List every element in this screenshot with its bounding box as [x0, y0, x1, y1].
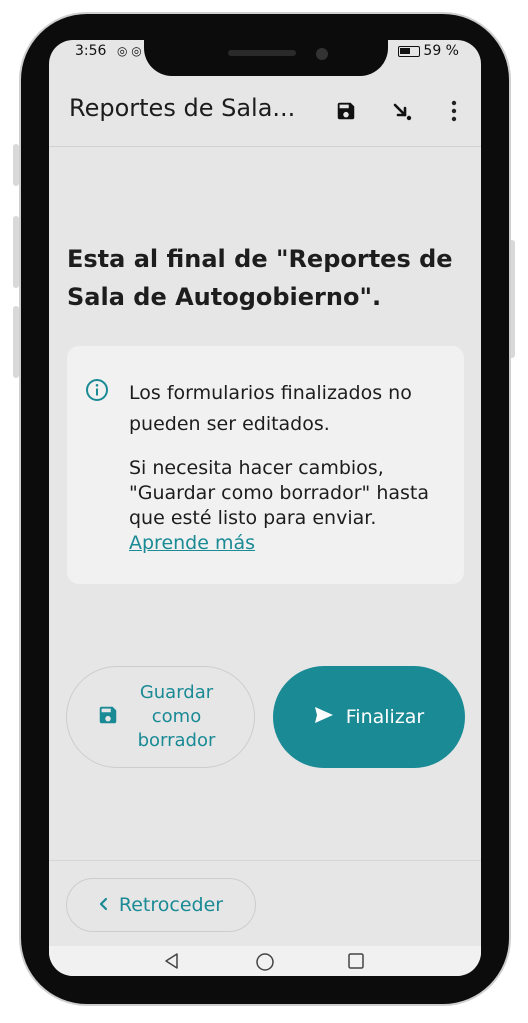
battery-indicator: 59 %	[398, 43, 459, 59]
chevron-left-icon	[99, 896, 109, 915]
info-icon	[85, 378, 109, 406]
save-draft-button[interactable]: Guardar como borrador	[66, 666, 255, 768]
more-vert-icon[interactable]	[439, 96, 469, 126]
battery-icon	[398, 45, 421, 57]
status-time: 3:56	[75, 43, 107, 59]
phone-side-button	[509, 240, 515, 358]
info-text-draft-hint: Si necesita hacer cambios, "Guardar como…	[129, 457, 429, 529]
back-nav-icon[interactable]	[163, 952, 181, 974]
info-text-changes: Si necesita hacer cambios, "Guardar como…	[129, 456, 429, 556]
back-button[interactable]: Retroceder	[66, 878, 256, 932]
camera-notch	[144, 14, 388, 76]
finalize-label: Finalizar	[345, 706, 425, 728]
system-nav-bar	[49, 946, 481, 976]
home-nav-icon[interactable]	[255, 952, 275, 976]
learn-more-link[interactable]: Aprende más	[129, 532, 255, 554]
end-of-form-heading: Esta al final de "Reportes de Sala de Au…	[67, 245, 453, 311]
footer-divider	[49, 860, 481, 861]
back-label: Retroceder	[118, 894, 224, 916]
battery-percent: 59 %	[423, 43, 459, 59]
phone-side-button	[13, 306, 19, 378]
finalize-button[interactable]: Finalizar	[273, 666, 465, 768]
recents-nav-icon[interactable]	[347, 952, 365, 974]
info-text-finalized: Los formularios finalizados no pueden se…	[129, 382, 412, 435]
save-icon	[97, 704, 119, 730]
send-icon	[314, 706, 334, 728]
download-icon[interactable]	[387, 96, 417, 126]
status-notification-icons: ◎ ◎	[117, 44, 142, 58]
page-title: Reportes de Sala...	[69, 94, 296, 122]
phone-side-button	[13, 216, 19, 288]
save-icon[interactable]	[331, 96, 361, 126]
app-bar: Reportes de Sala...	[49, 76, 481, 147]
earpiece-speaker	[228, 50, 296, 56]
front-camera	[316, 48, 328, 60]
save-draft-label: Guardar como borrador	[137, 682, 216, 751]
app-screen: 3:56 ◎ ◎ 59 % Reportes de Sala... Esta a…	[49, 40, 481, 976]
info-card: Los formularios finalizados no pueden se…	[67, 346, 464, 584]
phone-side-button	[13, 144, 19, 186]
